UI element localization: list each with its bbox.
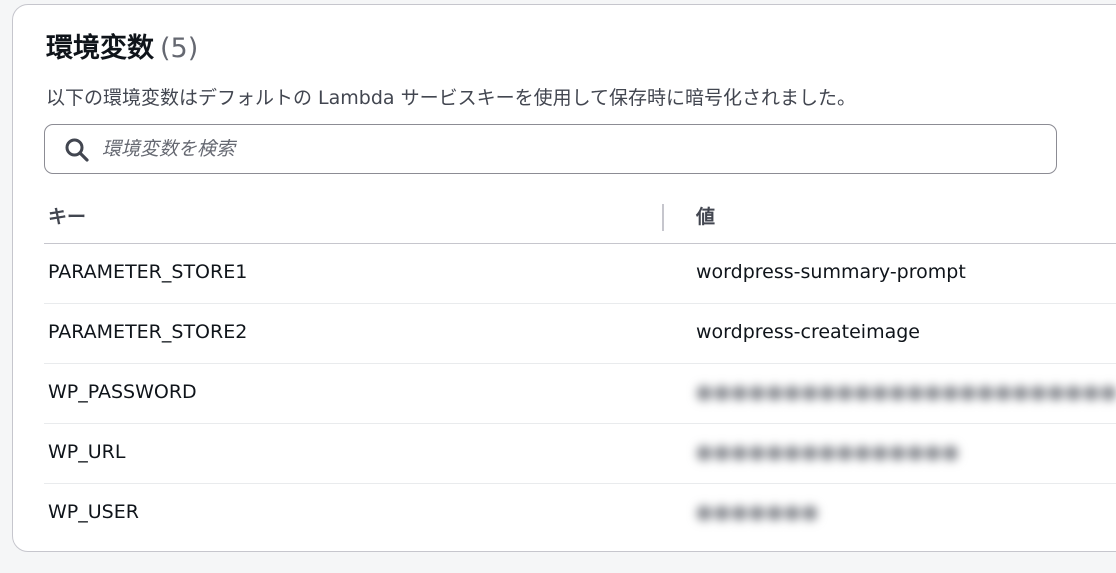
row-key: PARAMETER_STORE1 bbox=[48, 261, 248, 283]
table-row: PARAMETER_STORE1 wordpress-summary-promp… bbox=[44, 244, 1116, 304]
row-value: wordpress-createimage bbox=[696, 321, 920, 343]
row-value: wordpress-summary-prompt bbox=[696, 261, 966, 283]
row-key: WP_URL bbox=[48, 441, 126, 463]
section-title-text: 環境変数 bbox=[46, 33, 154, 64]
row-value-redacted: ●●●●●●●●●●●●●●● bbox=[696, 441, 960, 463]
section-count: (5) bbox=[160, 33, 199, 64]
row-value-redacted: ●●●●●●●●●●●●●●●●●●●●●●●● bbox=[696, 381, 1116, 403]
column-resize-handle[interactable] bbox=[662, 204, 664, 231]
search-input[interactable] bbox=[102, 133, 1032, 165]
table-row: WP_PASSWORD ●●●●●●●●●●●●●●●●●●●●●●●● bbox=[44, 364, 1116, 424]
row-value-redacted: ●●●●●●● bbox=[696, 501, 820, 523]
table-header: キー 値 bbox=[44, 194, 1116, 244]
environment-variables-panel: 環境変数 (5) 以下の環境変数はデフォルトの Lambda サービスキーを使用し… bbox=[12, 4, 1116, 552]
search-box[interactable] bbox=[44, 124, 1057, 174]
column-header-key[interactable]: キー bbox=[48, 202, 86, 229]
section-description: 以下の環境変数はデフォルトの Lambda サービスキーを使用して保存時に暗号化… bbox=[46, 87, 857, 109]
table-row: PARAMETER_STORE2 wordpress-createimage bbox=[44, 304, 1116, 364]
row-key: WP_USER bbox=[48, 501, 139, 523]
section-title: 環境変数 (5) bbox=[46, 31, 198, 67]
row-key: PARAMETER_STORE2 bbox=[48, 321, 248, 343]
table-row: WP_USER ●●●●●●● bbox=[44, 484, 1116, 543]
column-header-value[interactable]: 値 bbox=[696, 202, 715, 229]
search-icon bbox=[65, 138, 89, 162]
table-row: WP_URL ●●●●●●●●●●●●●●● bbox=[44, 424, 1116, 484]
table-body: PARAMETER_STORE1 wordpress-summary-promp… bbox=[44, 244, 1116, 543]
row-key: WP_PASSWORD bbox=[48, 381, 197, 403]
